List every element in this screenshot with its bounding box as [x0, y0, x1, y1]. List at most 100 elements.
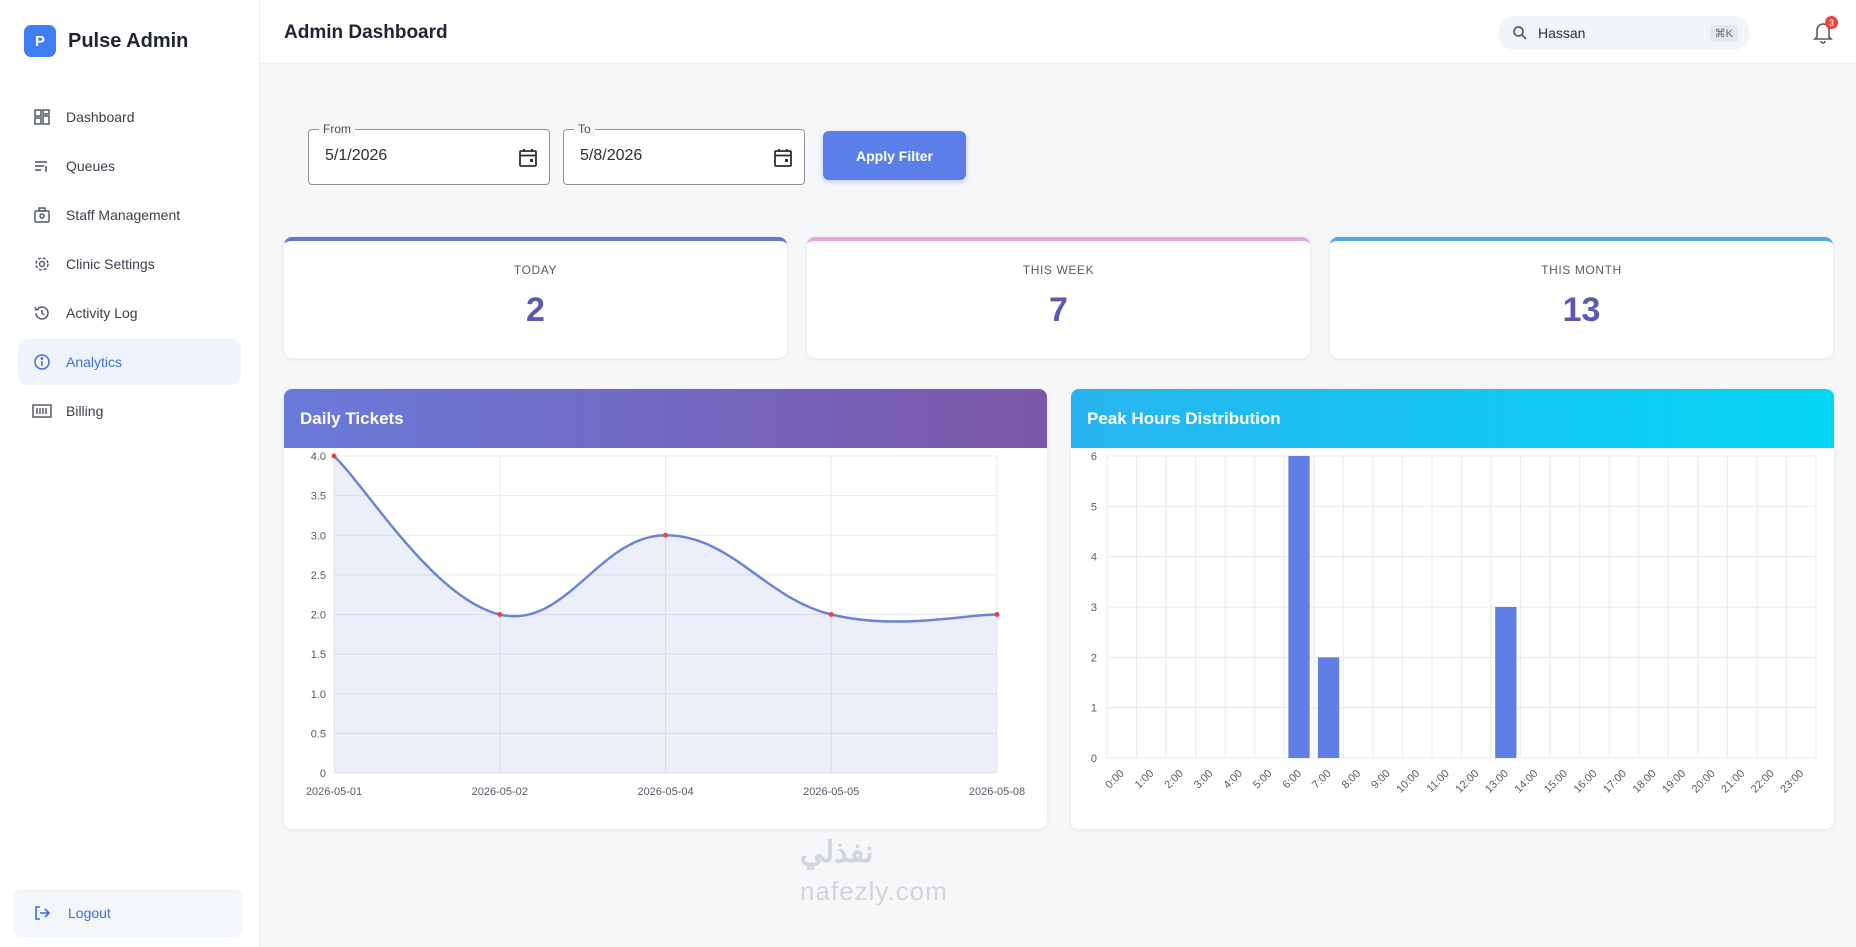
x-tick-label: 18:00	[1631, 768, 1659, 796]
y-tick-label: 0	[320, 768, 326, 780]
watermark-domain: nafezly.com	[800, 876, 948, 906]
from-date-label: From	[319, 122, 355, 136]
notifications-button[interactable]: 3	[1812, 16, 1838, 44]
sidebar-item-dashboard[interactable]: Dashboard	[18, 94, 241, 140]
brand-name: Pulse Admin	[68, 29, 189, 52]
bar	[1495, 607, 1517, 758]
x-tick-label: 3:00	[1192, 768, 1216, 792]
page-title: Admin Dashboard	[284, 22, 448, 43]
logout-button[interactable]: Logout	[14, 889, 242, 937]
stat-label: THIS MONTH	[1541, 263, 1622, 277]
info-icon	[32, 352, 52, 372]
x-tick-label: 11:00	[1424, 768, 1451, 795]
from-date-field[interactable]: From	[308, 122, 550, 185]
search-shortcut: ⌘K	[1709, 24, 1738, 42]
search-bar[interactable]: ⌘K	[1498, 16, 1750, 50]
x-tick-label: 0:00	[1103, 768, 1127, 792]
data-point	[663, 532, 668, 538]
x-tick-label: 12:00	[1453, 768, 1481, 796]
x-tick-label: 21:00	[1719, 768, 1747, 796]
y-tick-label: 1.5	[311, 649, 326, 661]
data-point	[331, 453, 337, 459]
chart-title: Daily Tickets	[284, 389, 1047, 448]
x-tick-label: 14:00	[1513, 768, 1541, 796]
top-header: Admin Dashboard ⌘K 3	[260, 0, 1856, 64]
y-tick-label: 0	[1091, 753, 1097, 765]
sidebar-item-label: Billing	[66, 403, 104, 419]
x-tick-label: 5:00	[1251, 768, 1275, 792]
sidebar-item-label: Activity Log	[66, 305, 138, 321]
sidebar-item-queues[interactable]: Queues	[18, 143, 241, 189]
search-icon	[1512, 25, 1528, 41]
x-tick-label: 1:00	[1133, 768, 1157, 792]
stat-value: 7	[1049, 291, 1068, 329]
data-point	[994, 612, 1000, 617]
bar	[1317, 657, 1340, 758]
sidebar-item-staff-management[interactable]: Staff Management	[18, 192, 241, 238]
x-tick-label: 9:00	[1369, 768, 1393, 792]
sidebar-item-activity-log[interactable]: Activity Log	[18, 290, 241, 336]
y-tick-label: 3.5	[311, 491, 326, 503]
queue-icon	[32, 156, 52, 176]
dashboard-icon	[32, 107, 52, 127]
sidebar-item-clinic-settings[interactable]: Clinic Settings	[18, 241, 241, 287]
x-tick-label: 19:00	[1660, 768, 1688, 796]
sidebar-item-label: Clinic Settings	[66, 256, 155, 272]
y-tick-label: 1	[1091, 703, 1097, 715]
x-tick-label: 7:00	[1310, 768, 1334, 792]
apply-filter-button[interactable]: Apply Filter	[823, 131, 966, 180]
x-tick-label: 15:00	[1542, 768, 1570, 796]
x-tick-label: 8:00	[1340, 768, 1364, 792]
sidebar-item-label: Staff Management	[66, 207, 181, 223]
logout-icon	[32, 903, 52, 923]
brand[interactable]: P Pulse Admin	[0, 0, 259, 82]
x-tick-label: 17:00	[1601, 768, 1629, 796]
stat-label: TODAY	[513, 263, 558, 277]
calendar-icon[interactable]	[517, 147, 539, 169]
x-tick-label: 2026-05-08	[969, 786, 1025, 798]
sidebar-item-label: Dashboard	[66, 109, 135, 125]
y-tick-label: 3	[1091, 602, 1097, 614]
sidebar-item-analytics[interactable]: Analytics	[18, 339, 241, 385]
peak-hours-card: Peak Hours Distribution 0 1 2 3 4 5 6 0:00 1:00 2…	[1071, 389, 1834, 829]
bar	[1288, 456, 1310, 758]
data-point	[497, 612, 503, 617]
x-tick-label: 2026-05-05	[803, 786, 859, 798]
staff-icon	[32, 205, 52, 225]
x-tick-label: 4:00	[1221, 768, 1245, 792]
chart-title: Peak Hours Distribution	[1071, 389, 1834, 448]
stat-card-today: TODAY 2	[284, 237, 787, 358]
calendar-icon[interactable]	[772, 147, 794, 169]
x-tick-label: 2026-05-02	[472, 786, 528, 798]
watermark-text: نفذلي	[800, 836, 874, 869]
y-tick-label: 4.0	[311, 451, 326, 463]
stat-card-this-week: THIS WEEK 7	[807, 237, 1310, 358]
stat-card-this-month: THIS MONTH 13	[1330, 237, 1833, 358]
sidebar-item-billing[interactable]: Billing	[18, 388, 241, 434]
to-date-field[interactable]: To	[563, 122, 805, 185]
daily-tickets-chart: 0 0.5 1.0 1.5 2.0 2.5 3.0 3.5 4.0 2026-05-01 2026-…	[306, 451, 1025, 798]
search-input[interactable]	[1538, 25, 1708, 41]
x-tick-label: 20:00	[1690, 768, 1718, 796]
x-tick-label: 23:00	[1778, 768, 1806, 796]
x-tick-label: 6:00	[1281, 768, 1305, 792]
sidebar-item-label: Queues	[66, 158, 116, 174]
stat-label: THIS WEEK	[1022, 263, 1095, 277]
y-tick-label: 5	[1091, 501, 1097, 513]
logout-label: Logout	[68, 905, 111, 921]
from-date-input[interactable]	[325, 147, 505, 165]
y-tick-label: 2	[1091, 652, 1097, 664]
x-tick-label: 10:00	[1394, 768, 1422, 796]
to-date-label: To	[574, 122, 595, 136]
watermark: نفذلي nafezly.com	[800, 835, 948, 907]
y-tick-label: 1.0	[311, 689, 326, 701]
y-tick-label: 2.0	[311, 610, 326, 622]
stat-value: 2	[526, 291, 545, 329]
to-date-input[interactable]	[580, 147, 760, 165]
x-tick-label: 13:00	[1483, 768, 1511, 796]
x-tick-label: 16:00	[1572, 768, 1600, 796]
notification-badge: 3	[1825, 16, 1838, 29]
sidebar: P Pulse Admin Dashboard Queues Staff Man…	[0, 0, 260, 947]
brand-logo: P	[24, 25, 56, 57]
history-icon	[32, 303, 52, 323]
